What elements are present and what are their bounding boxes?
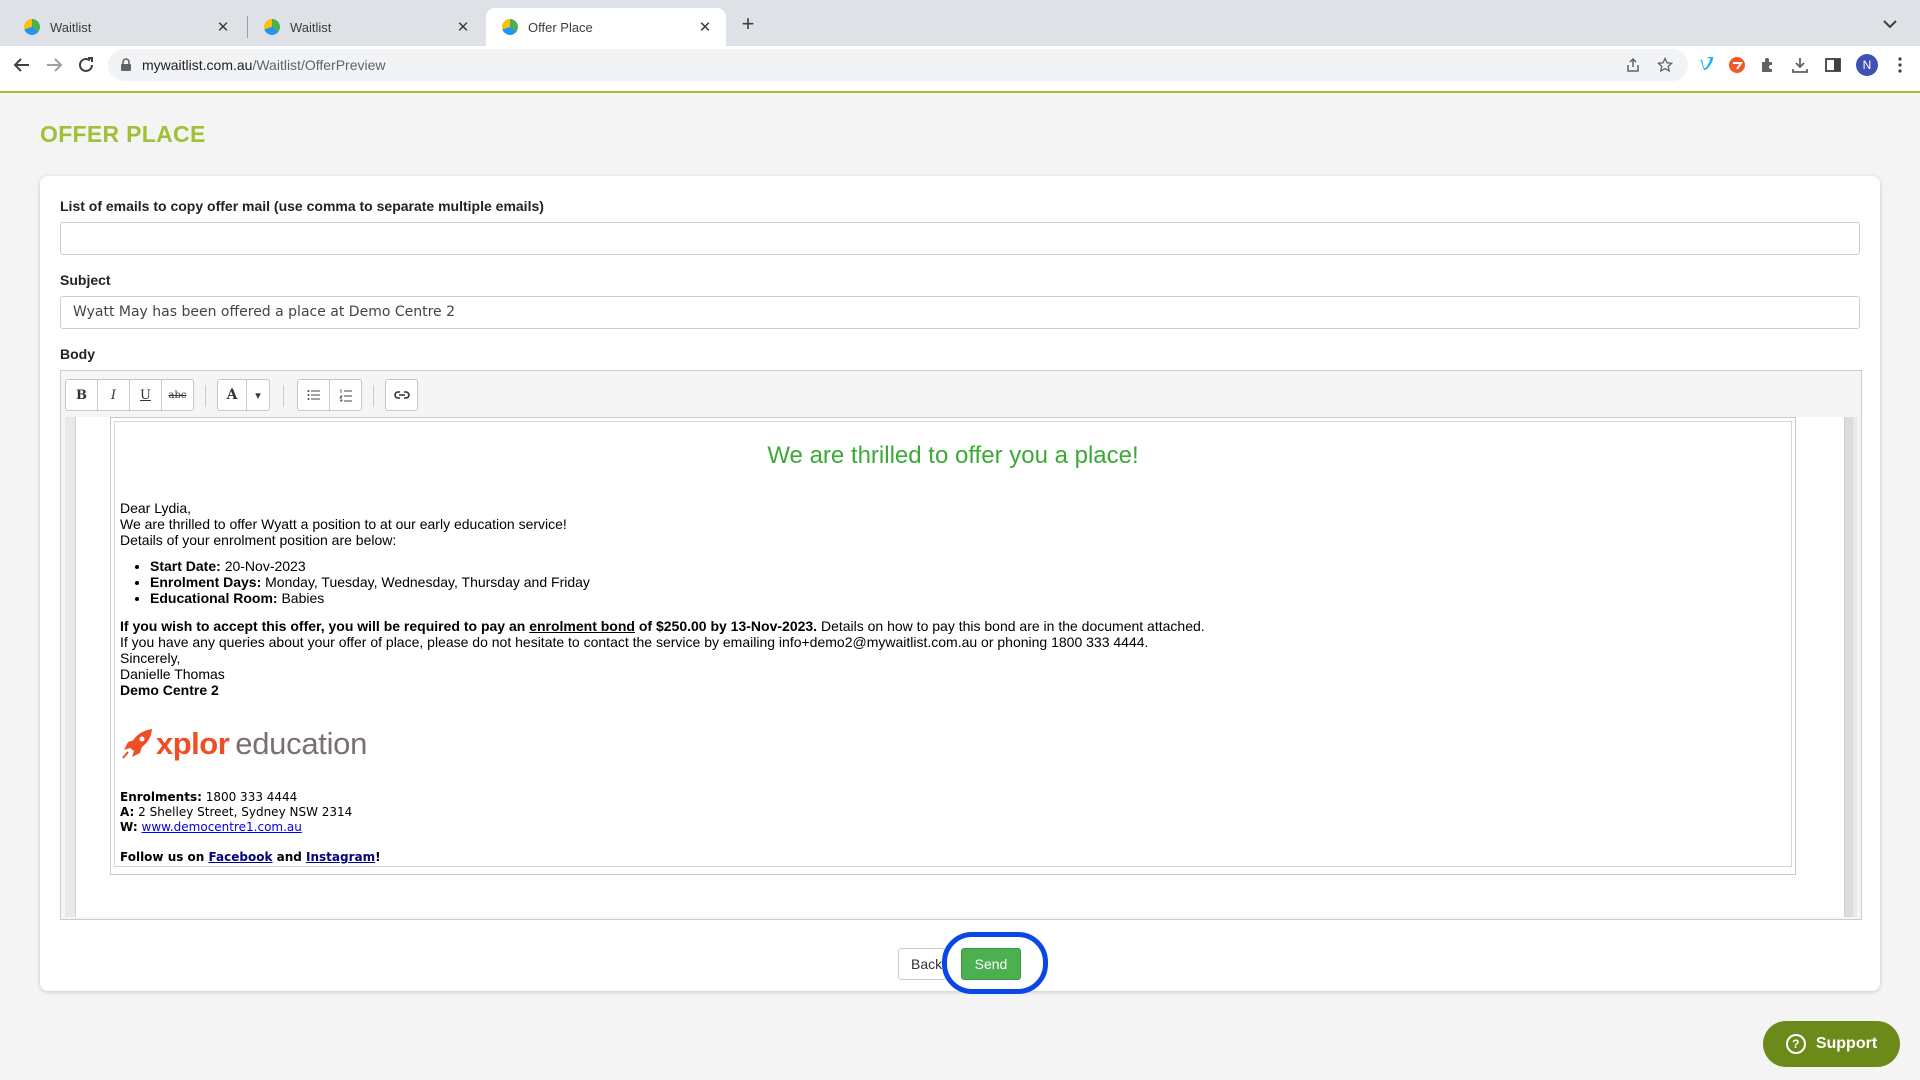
reload-icon[interactable] bbox=[74, 53, 98, 77]
bold-button[interactable]: B bbox=[65, 379, 98, 411]
instagram-link[interactable]: Instagram bbox=[306, 850, 375, 864]
globe-favicon-icon bbox=[24, 19, 40, 35]
tab-title: Waitlist bbox=[290, 19, 332, 35]
chevron-down-icon[interactable] bbox=[1878, 12, 1902, 36]
email-line: Details of your enrolment position are b… bbox=[120, 532, 397, 548]
cc-emails-label: List of emails to copy offer mail (use c… bbox=[60, 198, 544, 214]
strikethrough-button[interactable]: abc bbox=[161, 379, 194, 411]
lock-icon[interactable] bbox=[120, 58, 132, 77]
accept-offer-text: If you wish to accept this offer, you wi… bbox=[120, 618, 1205, 634]
sign-off: Sincerely, bbox=[120, 650, 181, 666]
arrow-left-icon[interactable] bbox=[10, 53, 34, 77]
browser-toolbar: mywaitlist.com.au/Waitlist/OfferPreview … bbox=[0, 46, 1920, 84]
email-body: Dear Lydia, We are thrilled to offer Wya… bbox=[120, 500, 1780, 865]
bullet-list-icon[interactable] bbox=[297, 379, 330, 411]
toolbar-divider bbox=[205, 385, 206, 407]
side-panel-icon[interactable] bbox=[1823, 55, 1843, 75]
toolbar-divider bbox=[373, 385, 374, 407]
address-bar[interactable]: mywaitlist.com.au/Waitlist/OfferPreview bbox=[108, 49, 1688, 81]
editor-document[interactable]: We are thrilled to offer you a place! De… bbox=[75, 417, 1845, 917]
tab-title: Offer Place bbox=[528, 19, 593, 35]
browser-tab-waitlist-1[interactable]: Waitlist ✕ bbox=[8, 8, 244, 46]
queries-text: If you have any queries about your offer… bbox=[120, 634, 1149, 650]
globe-favicon-icon bbox=[264, 19, 280, 35]
italic-button[interactable]: I bbox=[97, 379, 130, 411]
globe-favicon-icon bbox=[502, 19, 518, 35]
orange-extension-icon[interactable] bbox=[1727, 55, 1747, 75]
email-preview[interactable]: We are thrilled to offer you a place! De… bbox=[114, 421, 1792, 867]
xplor-education-logo: xplor education bbox=[120, 726, 1780, 762]
editor-toolbar: B I U abc A ▾ bbox=[61, 371, 1861, 417]
share-icon[interactable] bbox=[1624, 56, 1642, 74]
close-icon[interactable]: ✕ bbox=[696, 18, 714, 36]
email-line: We are thrilled to offer Wyatt a positio… bbox=[120, 516, 567, 532]
star-icon[interactable] bbox=[1656, 56, 1674, 74]
send-highlight-annotation bbox=[942, 932, 1048, 994]
email-heading: We are thrilled to offer you a place! bbox=[767, 442, 1139, 469]
download-icon[interactable] bbox=[1790, 55, 1810, 75]
email-greeting: Dear Lydia, bbox=[120, 500, 192, 516]
website-link[interactable]: www.democentre1.com.au bbox=[142, 820, 302, 834]
back-button[interactable]: Back bbox=[898, 948, 946, 980]
cc-emails-input[interactable] bbox=[60, 222, 1860, 255]
page-top-strip bbox=[0, 84, 1920, 91]
rich-text-editor: B I U abc A ▾ We are thrilled to offer y… bbox=[60, 370, 1862, 920]
page-title: OFFER PLACE bbox=[40, 121, 206, 147]
arrow-right-icon[interactable] bbox=[42, 53, 66, 77]
centre-name: Demo Centre 2 bbox=[120, 682, 219, 698]
subject-label: Subject bbox=[60, 272, 111, 288]
support-label: Support bbox=[1815, 1035, 1878, 1052]
close-icon[interactable]: ✕ bbox=[214, 18, 232, 36]
rocket-icon bbox=[122, 729, 152, 759]
link-icon[interactable] bbox=[385, 379, 418, 411]
tab-title: Waitlist bbox=[50, 19, 92, 35]
list-item: Enrolment Days: Monday, Tuesday, Wednesd… bbox=[150, 574, 1780, 590]
editor-scrollbar[interactable] bbox=[1845, 417, 1853, 917]
browser-tab-waitlist-2[interactable]: Waitlist ✕ bbox=[248, 8, 484, 46]
header-divider bbox=[0, 91, 1920, 93]
list-item: Educational Room: Babies bbox=[150, 590, 1780, 606]
puzzle-icon[interactable] bbox=[1758, 55, 1778, 75]
browser-tab-strip: Waitlist ✕ Waitlist ✕ Offer Place ✕ + bbox=[0, 0, 1920, 46]
support-button[interactable]: ? Support bbox=[1763, 1021, 1900, 1067]
vimeo-extension-icon[interactable] bbox=[1696, 55, 1716, 75]
close-icon[interactable]: ✕ bbox=[454, 18, 472, 36]
font-color-button[interactable]: A bbox=[217, 379, 247, 411]
subject-input[interactable]: Wyatt May has been offered a place at De… bbox=[60, 296, 1860, 329]
enrolment-details-list: Start Date: 20-Nov-2023 Enrolment Days: … bbox=[120, 558, 1780, 606]
underline-button[interactable]: U bbox=[129, 379, 162, 411]
browser-tab-offer-place[interactable]: Offer Place ✕ bbox=[486, 8, 726, 46]
list-item: Start Date: 20-Nov-2023 bbox=[150, 558, 1780, 574]
profile-avatar[interactable]: N bbox=[1856, 54, 1878, 76]
facebook-link[interactable]: Facebook bbox=[209, 850, 273, 864]
toolbar-divider bbox=[283, 385, 284, 407]
editor-content-area[interactable]: We are thrilled to offer you a place! De… bbox=[65, 417, 1857, 917]
font-color-dropdown[interactable]: ▾ bbox=[246, 379, 270, 411]
numbered-list-icon[interactable] bbox=[329, 379, 362, 411]
help-icon: ? bbox=[1785, 1034, 1806, 1054]
offer-form-card: List of emails to copy offer mail (use c… bbox=[40, 176, 1880, 994]
more-menu-icon[interactable] bbox=[1890, 55, 1910, 75]
url-text[interactable]: mywaitlist.com.au/Waitlist/OfferPreview bbox=[142, 57, 386, 73]
sender-name: Danielle Thomas bbox=[120, 666, 225, 682]
signature-block: Enrolments: 1800 333 4444 A: 2 Shelley S… bbox=[120, 790, 381, 864]
new-tab-button[interactable]: + bbox=[736, 13, 760, 37]
body-label: Body bbox=[60, 346, 95, 362]
